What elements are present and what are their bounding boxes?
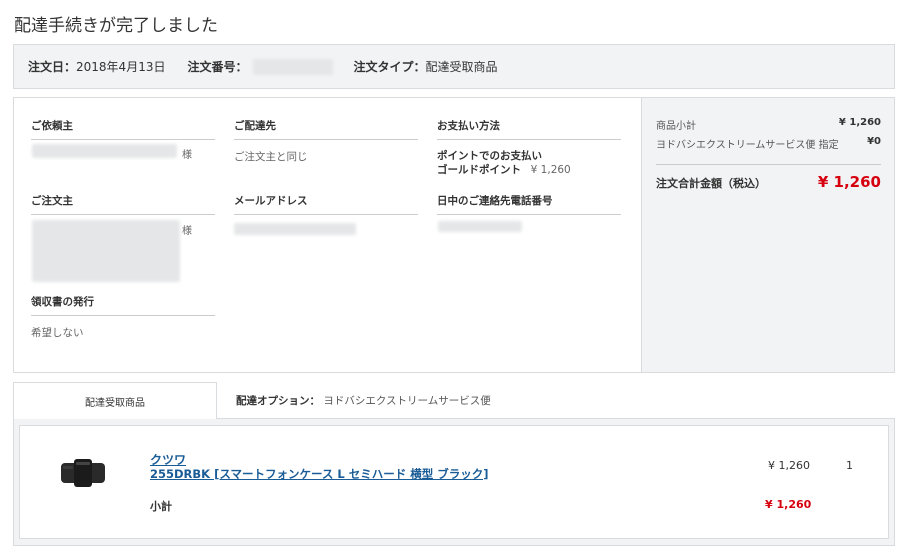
order-type-label: 注文タイプ： — [353, 60, 426, 74]
order-type-value: 配達受取商品 — [425, 60, 498, 74]
requester-name-redacted — [32, 144, 177, 158]
phone-section: 日中のご連絡先電話番号 — [437, 193, 621, 215]
item-subtotal-value: ¥ 1,260 — [765, 498, 812, 511]
total-value: ¥ 1,260 — [817, 173, 881, 191]
payment-section: お支払い方法 ポイントでのお支払い ゴールドポイント ¥ 1,260 — [437, 118, 621, 177]
total-row: 注文合計金額（税込） ¥ 1,260 — [656, 164, 881, 191]
order-number-redacted — [253, 58, 334, 75]
orderer-section: ご注文主 — [31, 193, 215, 215]
items-panel: クツワ 255DRBK [スマートフォンケース L セミハード 横型 ブラック]… — [13, 418, 895, 546]
price-summary: 商品小計 ¥ 1,260 ヨドバシエクストリームサービス便 指定 ¥0 注文合計… — [641, 98, 894, 372]
order-date-label: 注文日： — [28, 60, 77, 74]
payment-heading: お支払い方法 — [437, 118, 621, 140]
order-summary-bar: 注文日： 2018年4月13日 注文番号： 注文タイプ： 配達受取商品 — [13, 44, 895, 89]
delivery-option: 配達オプション： ヨドバシエクストリームサービス便 — [236, 393, 491, 408]
page-title: 配達手続きが完了しました — [14, 16, 218, 36]
shipping-label: ヨドバシエクストリームサービス便 指定 — [656, 140, 839, 151]
orderer-suffix: 様 — [182, 226, 192, 237]
order-date-value: 2018年4月13日 — [76, 60, 166, 74]
email-section: メールアドレス — [234, 193, 418, 215]
payment-method-line1: ポイントでのお支払い — [437, 150, 542, 162]
phone-heading: 日中のご連絡先電話番号 — [437, 193, 621, 215]
receipt-value: 希望しない — [31, 327, 84, 339]
subtotal-value: ¥ 1,260 — [838, 117, 881, 128]
delivery-heading: ご配達先 — [234, 118, 418, 140]
delivery-option-label: 配達オプション： — [236, 395, 320, 407]
tab-delivery-items[interactable]: 配達受取商品 — [13, 382, 217, 419]
email-redacted — [234, 223, 356, 235]
orderer-heading: ご注文主 — [31, 193, 215, 215]
product-image[interactable] — [60, 459, 106, 487]
item-subtotal-label: 小計 — [150, 500, 172, 513]
list-item: クツワ 255DRBK [スマートフォンケース L セミハード 横型 ブラック]… — [19, 425, 889, 539]
shipping-value: ¥0 — [867, 136, 881, 147]
order-number-label: 注文番号： — [187, 60, 248, 74]
payment-method-line2-wrap: ゴールドポイント ¥ 1,260 — [437, 163, 621, 177]
total-label: 注文合計金額（税込） — [656, 177, 766, 190]
receipt-heading: 領収書の発行 — [31, 294, 215, 316]
order-date: 注文日： 2018年4月13日 — [28, 58, 165, 75]
order-info-panel: ご依頼主 様 ご注文主 様 領収書の発行 希望しない ご配達先 ご注文主と同じ … — [13, 97, 895, 373]
item-quantity: 1 — [846, 459, 853, 472]
delivery-tabs: 配達受取商品 配達オプション： ヨドバシエクストリームサービス便 — [13, 382, 895, 419]
product-name-link[interactable]: 255DRBK [スマートフォンケース L セミハード 横型 ブラック] — [150, 466, 489, 482]
order-type: 注文タイプ： 配達受取商品 — [353, 58, 497, 75]
subtotal-label: 商品小計 — [656, 121, 696, 132]
payment-amount: ¥ 1,260 — [530, 164, 571, 176]
item-price: ¥ 1,260 — [768, 459, 810, 472]
orderer-details-redacted — [32, 220, 180, 282]
requester-suffix: 様 — [182, 150, 192, 161]
delivery-section: ご配達先 ご注文主と同じ — [234, 118, 418, 164]
customer-info: ご依頼主 様 ご注文主 様 領収書の発行 希望しない ご配達先 ご注文主と同じ … — [14, 98, 641, 372]
email-heading: メールアドレス — [234, 193, 418, 215]
order-number: 注文番号： — [187, 58, 334, 75]
requester-section: ご依頼主 — [31, 118, 215, 140]
payment-method-line2: ゴールドポイント — [437, 164, 521, 176]
delivery-value: ご注文主と同じ — [234, 151, 308, 163]
receipt-section: 領収書の発行 希望しない — [31, 294, 215, 340]
subtotal-row: 商品小計 ¥ 1,260 — [656, 117, 881, 132]
requester-heading: ご依頼主 — [31, 118, 215, 140]
payment-method: ポイントでのお支払い ゴールドポイント ¥ 1,260 — [437, 149, 621, 177]
shipping-row: ヨドバシエクストリームサービス便 指定 ¥0 — [656, 136, 881, 151]
phone-redacted — [438, 221, 522, 232]
delivery-option-value: ヨドバシエクストリームサービス便 — [323, 395, 491, 407]
